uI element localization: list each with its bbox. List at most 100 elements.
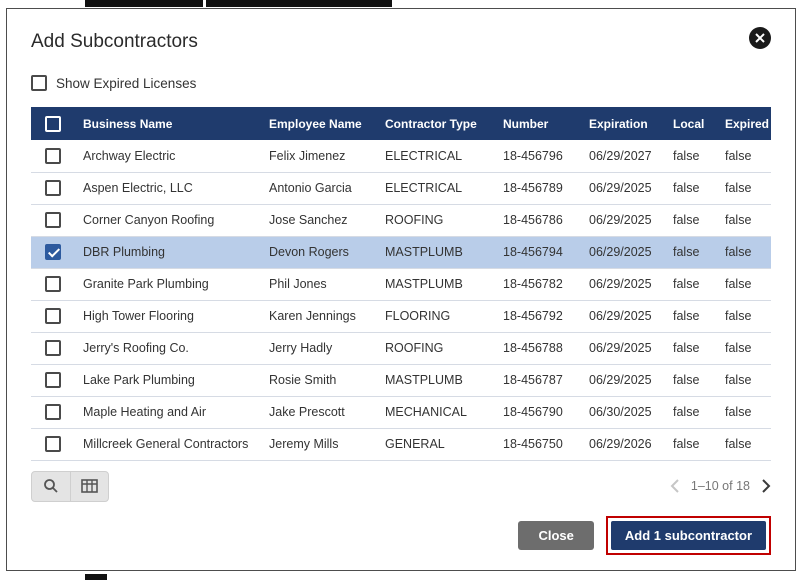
cell-local: false (665, 428, 717, 460)
select-all-checkbox[interactable] (45, 116, 61, 132)
table-row[interactable]: Jerry's Roofing Co. Jerry Hadly ROOFING … (31, 332, 771, 364)
cell-business-name: Corner Canyon Roofing (75, 204, 261, 236)
row-checkbox[interactable] (45, 372, 61, 388)
cell-business-name: Maple Heating and Air (75, 396, 261, 428)
cell-employee-name: Rosie Smith (261, 364, 377, 396)
table-footer: 1–10 of 18 (31, 471, 771, 502)
prev-page-icon[interactable] (670, 479, 679, 493)
close-icon[interactable] (749, 27, 771, 49)
cell-expired: false (717, 204, 771, 236)
row-checkbox[interactable] (45, 148, 61, 164)
cell-local: false (665, 204, 717, 236)
cell-expired: false (717, 172, 771, 204)
cell-expired: false (717, 428, 771, 460)
cell-number: 18-456786 (495, 204, 581, 236)
modal-actions: Close Add 1 subcontractor (31, 516, 771, 555)
cell-number: 18-456789 (495, 172, 581, 204)
table-row[interactable]: Millcreek General Contractors Jeremy Mil… (31, 428, 771, 460)
background-content-artifact (85, 0, 203, 7)
cell-local: false (665, 300, 717, 332)
cell-number: 18-456792 (495, 300, 581, 332)
table-row[interactable]: Maple Heating and Air Jake Prescott MECH… (31, 396, 771, 428)
cell-contractor-type: ROOFING (377, 204, 495, 236)
cell-number: 18-456750 (495, 428, 581, 460)
table-header-row: Business Name Employee Name Contractor T… (31, 107, 771, 140)
add-subcontractors-modal: Add Subcontractors Show Expired Licenses… (6, 8, 796, 571)
cell-employee-name: Jeremy Mills (261, 428, 377, 460)
row-checkbox[interactable] (45, 180, 61, 196)
row-checkbox[interactable] (45, 212, 61, 228)
cell-local: false (665, 172, 717, 204)
cell-employee-name: Jerry Hadly (261, 332, 377, 364)
row-checkbox[interactable] (45, 404, 61, 420)
page-background: Add Subcontractors Show Expired Licenses… (0, 0, 802, 580)
cell-business-name: DBR Plumbing (75, 236, 261, 268)
search-icon (43, 478, 59, 494)
pagination: 1–10 of 18 (670, 479, 771, 493)
show-expired-label: Show Expired Licenses (56, 76, 196, 91)
row-checkbox[interactable] (45, 340, 61, 356)
background-content-artifact (85, 574, 107, 580)
row-checkbox[interactable] (45, 436, 61, 452)
col-header-contractor-type: Contractor Type (377, 107, 495, 140)
show-expired-licenses-toggle[interactable]: Show Expired Licenses (31, 75, 196, 91)
add-button-highlight: Add 1 subcontractor (606, 516, 771, 555)
table-row[interactable]: Corner Canyon Roofing Jose Sanchez ROOFI… (31, 204, 771, 236)
search-button[interactable] (32, 472, 70, 501)
row-checkbox[interactable] (45, 308, 61, 324)
cell-employee-name: Jose Sanchez (261, 204, 377, 236)
cell-contractor-type: MASTPLUMB (377, 364, 495, 396)
cell-number: 18-456787 (495, 364, 581, 396)
cell-business-name: High Tower Flooring (75, 300, 261, 332)
col-header-expired: Expired (717, 107, 771, 140)
cell-expired: false (717, 268, 771, 300)
table-row[interactable]: Lake Park Plumbing Rosie Smith MASTPLUMB… (31, 364, 771, 396)
table-row[interactable]: High Tower Flooring Karen Jennings FLOOR… (31, 300, 771, 332)
modal-title: Add Subcontractors (31, 31, 198, 53)
next-page-icon[interactable] (762, 479, 771, 493)
cell-contractor-type: ELECTRICAL (377, 172, 495, 204)
cell-business-name: Archway Electric (75, 140, 261, 172)
x-glyph (755, 33, 765, 43)
cell-number: 18-456794 (495, 236, 581, 268)
cell-number: 18-456796 (495, 140, 581, 172)
cell-contractor-type: MASTPLUMB (377, 268, 495, 300)
close-button[interactable]: Close (518, 521, 593, 550)
columns-button[interactable] (70, 472, 108, 501)
cell-expiration: 06/29/2025 (581, 332, 665, 364)
cell-business-name: Lake Park Plumbing (75, 364, 261, 396)
col-header-business-name: Business Name (75, 107, 261, 140)
cell-expired: false (717, 236, 771, 268)
table-row[interactable]: Granite Park Plumbing Phil Jones MASTPLU… (31, 268, 771, 300)
cell-expired: false (717, 396, 771, 428)
cell-employee-name: Jake Prescott (261, 396, 377, 428)
table-row[interactable]: Aspen Electric, LLC Antonio Garcia ELECT… (31, 172, 771, 204)
table-row[interactable]: DBR Plumbing Devon Rogers MASTPLUMB 18-4… (31, 236, 771, 268)
cell-local: false (665, 332, 717, 364)
cell-expired: false (717, 140, 771, 172)
cell-expiration: 06/29/2027 (581, 140, 665, 172)
col-header-expiration: Expiration (581, 107, 665, 140)
row-checkbox[interactable] (45, 276, 61, 292)
cell-business-name: Granite Park Plumbing (75, 268, 261, 300)
cell-contractor-type: ELECTRICAL (377, 140, 495, 172)
cell-employee-name: Phil Jones (261, 268, 377, 300)
show-expired-checkbox[interactable] (31, 75, 47, 91)
cell-business-name: Jerry's Roofing Co. (75, 332, 261, 364)
cell-employee-name: Devon Rogers (261, 236, 377, 268)
cell-employee-name: Antonio Garcia (261, 172, 377, 204)
cell-expiration: 06/29/2025 (581, 204, 665, 236)
cell-local: false (665, 364, 717, 396)
cell-number: 18-456788 (495, 332, 581, 364)
col-header-number: Number (495, 107, 581, 140)
row-checkbox[interactable] (45, 244, 61, 260)
cell-employee-name: Felix Jimenez (261, 140, 377, 172)
background-content-artifact (206, 0, 392, 7)
cell-expired: false (717, 332, 771, 364)
cell-expiration: 06/29/2025 (581, 172, 665, 204)
cell-number: 18-456790 (495, 396, 581, 428)
table-row[interactable]: Archway Electric Felix Jimenez ELECTRICA… (31, 140, 771, 172)
add-subcontractor-button[interactable]: Add 1 subcontractor (611, 521, 766, 550)
cell-contractor-type: MECHANICAL (377, 396, 495, 428)
cell-number: 18-456782 (495, 268, 581, 300)
